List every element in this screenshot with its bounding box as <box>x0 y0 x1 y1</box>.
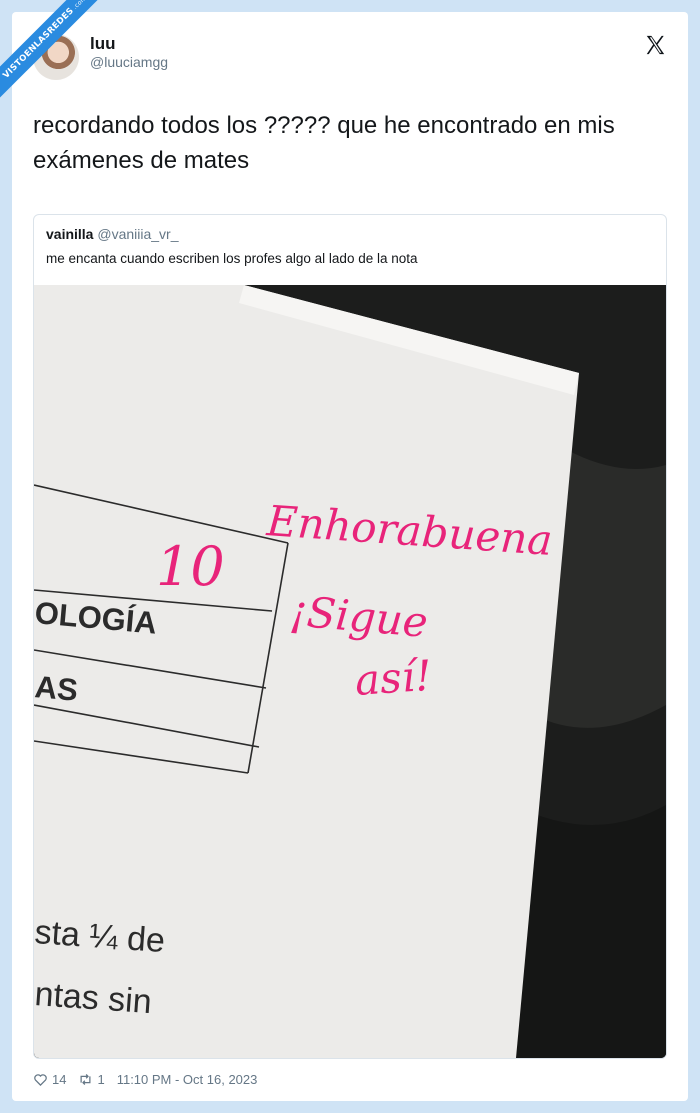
printed-row-2: AS <box>34 669 79 708</box>
heart-icon[interactable] <box>33 1072 48 1087</box>
timestamp[interactable]: 11:10 PM - Oct 16, 2023 <box>117 1072 258 1087</box>
quoted-author-name: vainilla <box>46 226 94 242</box>
handwriting-line-3: así! <box>353 651 433 705</box>
retweet-count: 1 <box>97 1072 105 1087</box>
watermark-suffix: .com <box>71 0 89 11</box>
exam-photo-drawing: OLOGÍA AS sta ¼ de ntas sin 10 Enhorabue… <box>34 285 666 1058</box>
quoted-tweet[interactable]: vainilla @vaniiia_vr_ me encanta cuando … <box>33 214 667 1059</box>
printed-text-2: ntas sin <box>34 975 153 1021</box>
exam-photo[interactable]: OLOGÍA AS sta ¼ de ntas sin 10 Enhorabue… <box>34 285 666 1058</box>
watermark: VISTOENLASREDES.com <box>0 0 110 110</box>
grade: 10 <box>156 535 225 598</box>
quoted-header: vainilla @vaniiia_vr_ <box>46 226 179 242</box>
retweet-icon[interactable] <box>78 1072 93 1087</box>
watermark-text: VISTOENLASREDES <box>1 5 77 81</box>
tweet-footer: 14 1 11:10 PM - Oct 16, 2023 <box>33 1072 257 1087</box>
watermark-ribbon: VISTOENLASREDES.com <box>0 0 110 105</box>
x-logo-icon[interactable] <box>644 34 666 56</box>
quoted-text: me encanta cuando escriben los profes al… <box>46 251 418 266</box>
quoted-author-handle: @vaniiia_vr_ <box>97 226 179 242</box>
like-count: 14 <box>52 1072 67 1087</box>
tweet-card: luu @luuciamgg recordando todos los ????… <box>12 12 688 1101</box>
tweet-text: recordando todos los ????? que he encont… <box>33 112 615 174</box>
